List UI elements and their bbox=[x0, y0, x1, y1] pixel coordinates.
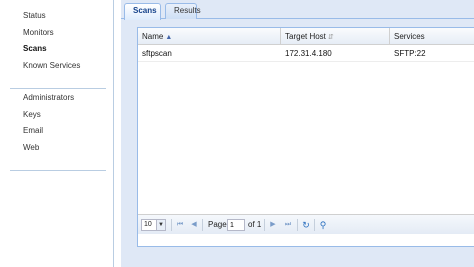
sidebar-item-administrators[interactable]: Administrators bbox=[10, 90, 105, 107]
first-page-icon[interactable]: ⏮ bbox=[175, 219, 185, 231]
nav-divider bbox=[10, 170, 106, 171]
column-header-label: Services bbox=[394, 32, 425, 41]
sidebar-item-email[interactable]: Email bbox=[10, 123, 105, 140]
next-page-icon[interactable]: ▶ bbox=[268, 219, 278, 231]
sidebar-item-scans[interactable]: Scans bbox=[10, 41, 105, 58]
column-header-services[interactable]: Services bbox=[390, 28, 474, 45]
sidebar-item-monitors[interactable]: Monitors bbox=[10, 25, 105, 42]
sidebar: Status Monitors Scans Known Services Adm… bbox=[0, 0, 114, 267]
refresh-icon[interactable]: ↻ bbox=[301, 219, 311, 231]
scans-grid-panel: Name ▲ Target Host ⇵ Services sftpscan 172… bbox=[137, 27, 474, 247]
page-size-value: 10 bbox=[144, 221, 152, 228]
cell-services: SFTP:22 bbox=[394, 49, 426, 58]
column-header-target-host[interactable]: Target Host ⇵ bbox=[281, 28, 390, 45]
cell-name: sftpscan bbox=[142, 49, 172, 58]
cell-target-host: 172.31.4.180 bbox=[285, 49, 332, 58]
sort-ascending-icon: ▲ bbox=[165, 34, 173, 41]
page-number-input[interactable] bbox=[227, 219, 245, 231]
main-content: Scans Results Name ▲ Target Host ⇵ Service… bbox=[121, 0, 474, 267]
nav-divider bbox=[10, 88, 106, 89]
page-count-label: of 1 bbox=[248, 220, 262, 229]
tab-bar: Scans Results bbox=[121, 0, 474, 20]
sidebar-item-web[interactable]: Web bbox=[10, 140, 105, 157]
sidebar-item-known-services[interactable]: Known Services bbox=[10, 58, 105, 75]
grid-header: Name ▲ Target Host ⇵ Services bbox=[138, 28, 474, 45]
table-row[interactable]: sftpscan 172.31.4.180 SFTP:22 bbox=[138, 46, 474, 62]
sidebar-item-status[interactable]: Status bbox=[10, 8, 105, 25]
toolbar-separator bbox=[202, 219, 203, 231]
column-header-label: Name bbox=[142, 32, 164, 41]
sort-both-icon: ⇵ bbox=[327, 34, 334, 41]
tab-scans[interactable]: Scans bbox=[124, 3, 161, 20]
toolbar-separator bbox=[171, 219, 172, 231]
toolbar-separator bbox=[314, 219, 315, 231]
tab-results[interactable]: Results bbox=[165, 3, 201, 19]
toolbar-separator bbox=[264, 219, 265, 231]
chevron-down-icon[interactable]: ▼ bbox=[156, 220, 165, 230]
previous-page-icon[interactable]: ◀ bbox=[189, 219, 199, 231]
page-size-select[interactable]: 10 ▼ bbox=[141, 219, 166, 231]
search-icon[interactable]: ⚲ bbox=[318, 219, 328, 231]
sidebar-item-keys[interactable]: Keys bbox=[10, 107, 105, 124]
page-label: Page bbox=[208, 220, 227, 229]
nav-group-admin: Administrators Keys Email Web bbox=[10, 90, 105, 156]
column-header-label: Target Host bbox=[285, 32, 326, 41]
nav-group-monitoring: Status Monitors Scans Known Services bbox=[10, 8, 105, 74]
paging-toolbar: 10 ▼ ⏮ ◀ Page of 1 ▶ ⏭ ↻ ⚲ bbox=[138, 214, 474, 234]
toolbar-separator bbox=[297, 219, 298, 231]
last-page-icon[interactable]: ⏭ bbox=[283, 219, 293, 231]
column-header-name[interactable]: Name ▲ bbox=[138, 28, 281, 45]
